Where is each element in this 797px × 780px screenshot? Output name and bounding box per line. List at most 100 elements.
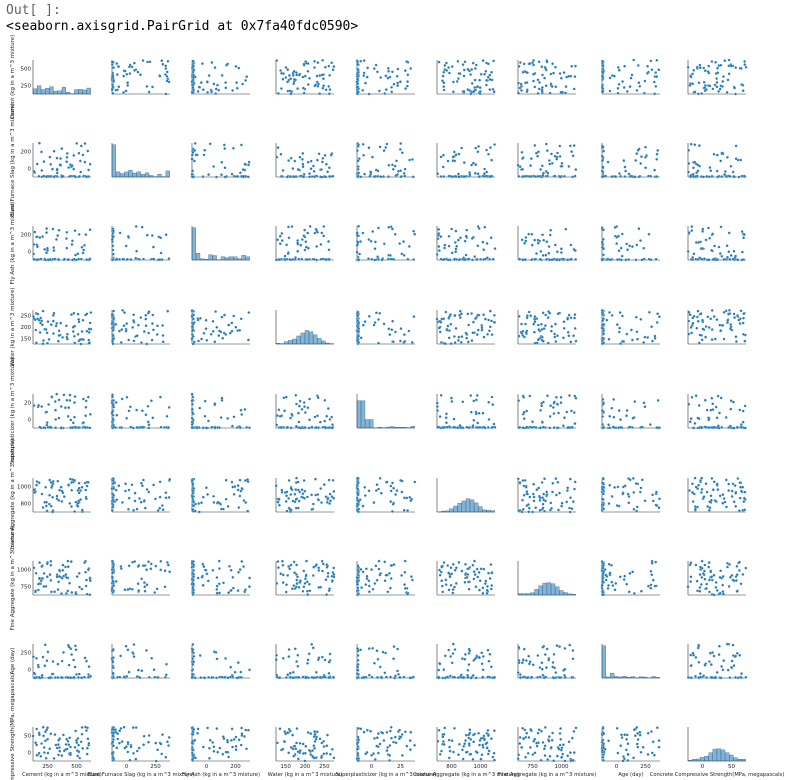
scatter-point — [715, 169, 719, 173]
scatter-point — [215, 676, 218, 680]
scatter-point — [554, 671, 558, 674]
subplot-r0-c2 — [190, 59, 250, 95]
scatter-point — [522, 417, 526, 421]
scatter-point — [378, 665, 382, 669]
scatter-point — [643, 79, 647, 83]
scatter-point — [287, 565, 291, 568]
histogram-bar — [530, 592, 535, 596]
scatter-point — [74, 648, 78, 652]
scatter-point — [278, 242, 282, 246]
scatter-point — [551, 62, 554, 66]
histogram-bar — [538, 585, 543, 596]
scatter-point — [698, 672, 702, 675]
scatter-point — [601, 398, 605, 401]
scatter-point — [538, 666, 542, 669]
scatter-point — [610, 74, 614, 77]
scatter-point — [698, 63, 702, 67]
scatter-point — [153, 497, 157, 501]
scatter-point — [192, 582, 195, 586]
scatter-point — [44, 328, 48, 331]
scatter-point — [602, 507, 606, 511]
scatter-point — [445, 675, 449, 679]
scatter-point — [282, 426, 286, 429]
subplot-r5-c0: 8001000Coarse Aggregate (kg in a m^3 mix… — [10, 439, 91, 551]
scatter-point — [465, 425, 469, 429]
scatter-point — [625, 409, 629, 412]
scatter-point — [286, 68, 290, 71]
scatter-point — [111, 579, 115, 583]
scatter-point — [215, 576, 219, 579]
scatter-point — [544, 313, 548, 317]
scatter-point — [690, 331, 693, 335]
scatter-point — [329, 153, 333, 157]
scatter-point — [460, 569, 464, 573]
scatter-point — [383, 579, 387, 583]
scatter-point — [275, 423, 279, 427]
scatter-point — [79, 342, 83, 346]
scatter-point — [695, 65, 699, 69]
scatter-point — [301, 75, 305, 79]
scatter-point — [114, 728, 117, 732]
scatter-point — [391, 167, 395, 171]
scatter-point — [701, 318, 704, 322]
scatter-point — [116, 675, 119, 679]
histogram-bar — [45, 88, 50, 95]
scatter-point — [120, 501, 124, 504]
scatter-point — [358, 252, 362, 256]
scatter-point — [447, 234, 451, 238]
histogram-bar — [365, 419, 370, 429]
scatter-point — [622, 578, 626, 581]
scatter-point — [356, 240, 360, 244]
scatter-point — [636, 337, 639, 341]
scatter-point — [152, 483, 156, 487]
scatter-point — [549, 501, 553, 505]
scatter-point — [356, 234, 359, 238]
scatter-point — [376, 657, 380, 661]
scatter-point — [454, 153, 458, 157]
scatter-point — [517, 399, 520, 403]
scatter-point — [396, 67, 400, 71]
scatter-point — [373, 247, 377, 251]
scatter-point — [295, 582, 299, 585]
scatter-point — [624, 169, 627, 173]
scatter-point — [40, 742, 43, 745]
scatter-point — [307, 426, 311, 430]
scatter-point — [535, 252, 538, 255]
scatter-point — [711, 87, 715, 91]
subplot-r6-c8 — [686, 559, 748, 597]
scatter-point — [220, 160, 224, 164]
scatter-point — [708, 166, 712, 169]
scatter-point — [67, 175, 71, 178]
scatter-point — [150, 338, 154, 342]
subplot-r5-c3 — [274, 476, 336, 514]
scatter-point — [77, 491, 81, 495]
scatter-point — [315, 244, 319, 248]
scatter-point — [295, 476, 298, 480]
scatter-point — [323, 658, 327, 662]
scatter-point — [306, 83, 310, 86]
scatter-point — [127, 564, 131, 568]
scatter-point — [516, 477, 520, 481]
scatter-point — [619, 174, 623, 178]
histogram-bar — [208, 254, 213, 261]
scatter-point — [528, 394, 532, 398]
scatter-point — [284, 395, 288, 399]
scatter-point — [127, 488, 131, 492]
scatter-point — [160, 504, 164, 507]
scatter-point — [704, 325, 708, 328]
scatter-point — [147, 331, 151, 335]
scatter-point — [569, 496, 572, 500]
scatter-point — [118, 258, 121, 261]
scatter-point — [36, 245, 39, 249]
scatter-point — [77, 320, 81, 324]
scatter-point — [231, 146, 235, 150]
scatter-point — [627, 495, 631, 498]
scatter-point — [568, 394, 571, 397]
scatter-point — [45, 251, 48, 255]
scatter-point — [357, 171, 361, 175]
scatter-point — [374, 63, 378, 67]
scatter-point — [481, 59, 485, 62]
scatter-point — [42, 339, 45, 342]
scatter-point — [549, 404, 552, 408]
scatter-point — [119, 654, 122, 658]
